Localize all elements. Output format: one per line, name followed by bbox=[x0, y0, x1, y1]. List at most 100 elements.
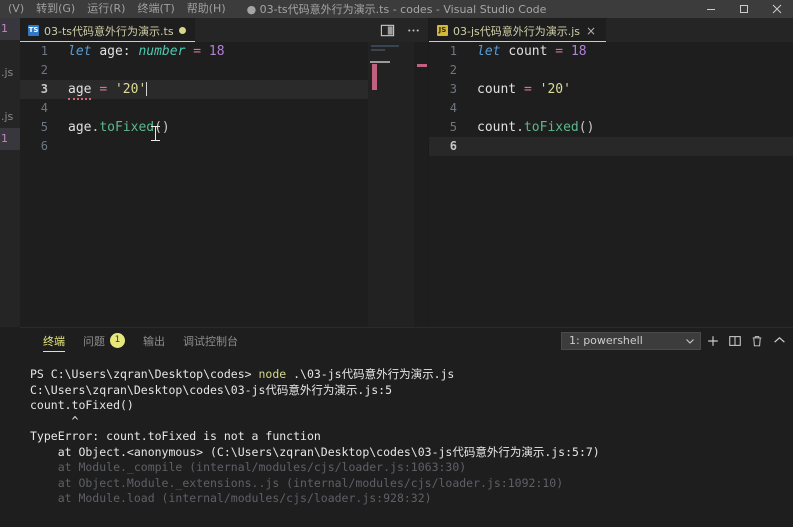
code-line[interactable]: 5 age.toFixed() bbox=[20, 118, 428, 137]
explorer-sidebar-sliver[interactable]: 1 .js .js 1 bbox=[0, 18, 20, 327]
vscode-window: (V) 转到(G) 运行(R) 终端(T) 帮助(H) ● 03-ts代码意外行为演示.… bbox=[0, 0, 793, 527]
code-line[interactable]: 2 bbox=[20, 61, 428, 80]
token: () bbox=[578, 120, 595, 135]
panel-tab-label: 终端 bbox=[43, 334, 65, 348]
text-caret bbox=[146, 82, 148, 96]
explorer-file-row[interactable]: 1 bbox=[0, 18, 20, 40]
code-line[interactable]: 6 bbox=[429, 137, 793, 156]
tab-bar-right: JS 03-js代码意外行为演示.js × bbox=[429, 18, 793, 42]
token: = bbox=[555, 44, 564, 59]
code-line[interactable]: 1 let count = 18 bbox=[429, 42, 793, 61]
menu-item-4[interactable]: 帮助(H) bbox=[181, 0, 232, 18]
tab-label: 03-js代码意外行为演示.js bbox=[453, 24, 581, 38]
token: = bbox=[193, 44, 202, 59]
code-line[interactable]: 6 bbox=[20, 137, 428, 156]
explorer-file-row[interactable]: 1 bbox=[0, 128, 20, 150]
kill-terminal-icon[interactable] bbox=[747, 331, 767, 351]
unsaved-changes-dot[interactable] bbox=[178, 27, 186, 34]
explorer-file-row[interactable] bbox=[0, 84, 20, 106]
code-line[interactable]: 4 bbox=[429, 99, 793, 118]
tab-js-file[interactable]: JS 03-js代码意外行为演示.js × bbox=[429, 18, 608, 42]
code-line[interactable]: 5 count.toFixed() bbox=[429, 118, 793, 137]
tab-ts-file[interactable]: TS 03-ts代码意外行为演示.ts bbox=[20, 18, 196, 42]
bottom-panel: 终端 问题 1 输出 调试控制台 1: powershell PS C:\Use… bbox=[20, 327, 793, 527]
token: count bbox=[508, 44, 548, 59]
code-line[interactable]: 2 bbox=[429, 61, 793, 80]
terminal-text: PS C:\Users\zqran\Desktop\codes> bbox=[30, 367, 259, 381]
token: . bbox=[516, 120, 524, 135]
tab-label: 03-ts代码意外行为演示.ts bbox=[44, 24, 174, 38]
code-line[interactable]: 3 count = '20' bbox=[429, 80, 793, 99]
token: = bbox=[523, 82, 532, 97]
terminal-line: at Module._compile (internal/modules/cjs… bbox=[30, 460, 793, 476]
line-number: 3 bbox=[449, 82, 457, 96]
panel-tab-label: 问题 bbox=[83, 334, 105, 348]
split-editor-icon[interactable] bbox=[376, 20, 398, 40]
minimap-left[interactable] bbox=[368, 42, 414, 327]
code-line[interactable]: 4 bbox=[20, 99, 428, 118]
title-bar: (V) 转到(G) 运行(R) 终端(T) 帮助(H) ● 03-ts代码意外行为演示.… bbox=[0, 0, 793, 18]
code-text: age = '20' bbox=[68, 80, 148, 100]
menu-item-3[interactable]: 终端(T) bbox=[131, 0, 180, 18]
token: 18 bbox=[570, 44, 587, 59]
chevron-down-icon bbox=[685, 336, 695, 349]
token: let bbox=[68, 44, 92, 59]
minimap-error-marker bbox=[372, 64, 377, 90]
code-line[interactable]: 1 let age: number = 18 bbox=[20, 42, 428, 61]
line-number: 2 bbox=[449, 63, 457, 77]
terminal-output[interactable]: PS C:\Users\zqran\Desktop\codes> node .\… bbox=[20, 353, 793, 527]
explorer-file-row[interactable]: .js bbox=[0, 62, 20, 84]
terminal-selector-value: 1: powershell bbox=[569, 334, 643, 347]
maximize-button[interactable] bbox=[727, 0, 760, 18]
panel-tab-2[interactable]: 输出 bbox=[134, 328, 174, 353]
token: age bbox=[68, 82, 92, 100]
hide-panel-icon[interactable] bbox=[769, 331, 789, 351]
close-button[interactable] bbox=[760, 0, 793, 18]
editor-group-right: JS 03-js代码意外行为演示.js × 1 let count = 18 2 3 c… bbox=[429, 18, 793, 327]
line-number: 2 bbox=[40, 63, 48, 77]
terminal-line: C:\Users\zqran\Desktop\codes\03-js代码意外行为… bbox=[30, 383, 793, 399]
token: '20' bbox=[539, 82, 571, 97]
token: count bbox=[477, 82, 517, 97]
code-line[interactable]: 3 age = '20' bbox=[20, 80, 428, 100]
new-terminal-icon[interactable] bbox=[703, 331, 723, 351]
javascript-file-icon: JS bbox=[437, 25, 448, 36]
token: number bbox=[138, 44, 186, 59]
explorer-file-row[interactable] bbox=[0, 40, 20, 62]
token: = bbox=[99, 82, 108, 97]
line-number: 4 bbox=[449, 101, 457, 115]
terminal-line: count.toFixed() bbox=[30, 398, 793, 414]
menu-item-0[interactable]: (V) bbox=[2, 0, 30, 18]
overview-ruler-left[interactable] bbox=[414, 42, 428, 327]
split-terminal-icon[interactable] bbox=[725, 331, 745, 351]
line-number: 6 bbox=[449, 139, 457, 153]
line-number: 1 bbox=[40, 44, 48, 58]
more-actions-icon[interactable] bbox=[402, 20, 424, 40]
menu-item-1[interactable]: 转到(G) bbox=[30, 0, 81, 18]
terminal-selector-dropdown[interactable]: 1: powershell bbox=[561, 331, 701, 350]
menu-item-2[interactable]: 运行(R) bbox=[81, 0, 131, 18]
panel-tab-label: 调试控制台 bbox=[183, 334, 238, 348]
panel-tab-3[interactable]: 调试控制台 bbox=[174, 328, 247, 353]
minimize-button[interactable] bbox=[694, 0, 727, 18]
code-editor-right[interactable]: 1 let count = 18 2 3 count = '20' 4 5 count.toF… bbox=[429, 42, 793, 327]
line-number: 5 bbox=[40, 120, 48, 134]
terminal-text: TypeError: count.toFixed is not a functi… bbox=[30, 429, 321, 443]
code-editor-left[interactable]: 1 let age: number = 18 2 3 age = '20' 4 5 age.t… bbox=[20, 42, 428, 327]
token: : bbox=[122, 44, 131, 59]
terminal-text: C:\Users\zqran\Desktop\codes\03-js代码意外行为… bbox=[30, 382, 393, 397]
close-icon[interactable]: × bbox=[585, 25, 597, 37]
terminal-line: TypeError: count.toFixed is not a functi… bbox=[30, 429, 793, 445]
problems-badge: 1 bbox=[110, 333, 125, 348]
editor-group-left: TS 03-ts代码意外行为演示.ts 1 let age: number = … bbox=[20, 18, 429, 327]
terminal-line: at Object.<anonymous> (C:\Users\zqran\De… bbox=[30, 445, 793, 461]
explorer-file-row[interactable]: .js bbox=[0, 106, 20, 128]
token: let bbox=[477, 44, 501, 59]
panel-tab-1[interactable]: 问题 1 bbox=[74, 328, 134, 353]
terminal-line: PS C:\Users\zqran\Desktop\codes> node .\… bbox=[30, 367, 793, 383]
panel-tab-0[interactable]: 终端 bbox=[34, 328, 74, 353]
terminal-text: at Module._compile (internal/modules/cjs… bbox=[30, 460, 467, 474]
